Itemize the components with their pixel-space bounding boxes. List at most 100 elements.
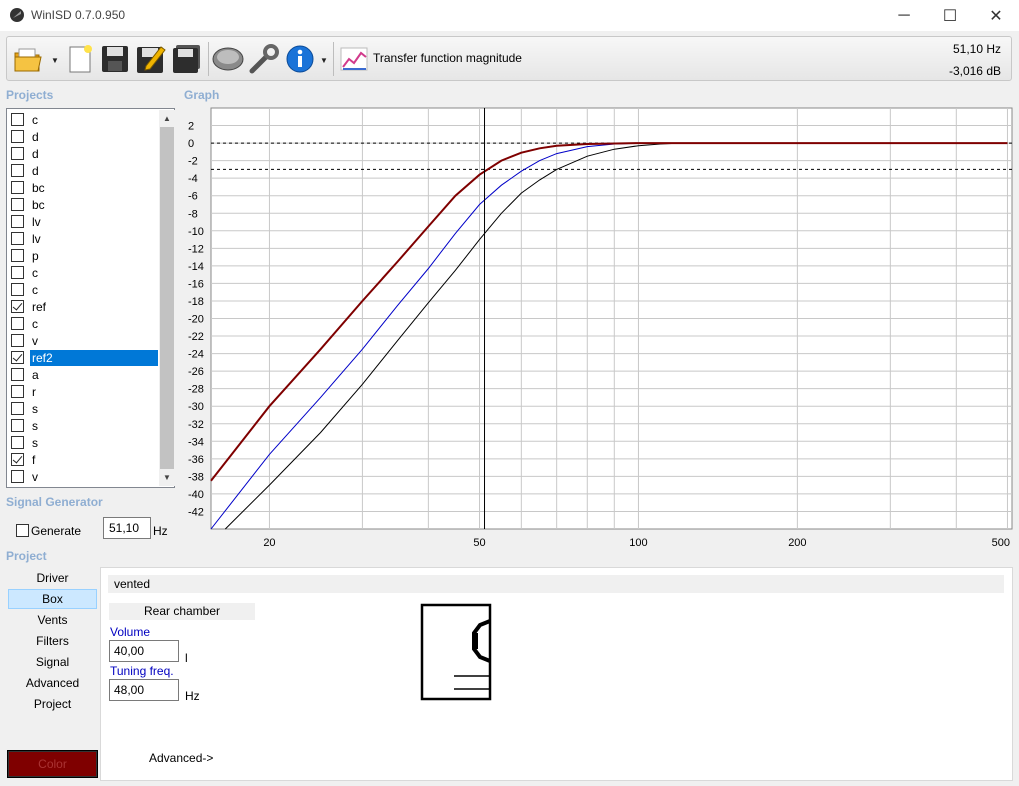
project-checkbox[interactable] xyxy=(11,453,24,466)
project-item[interactable]: v xyxy=(9,332,158,349)
box-diagram xyxy=(420,603,492,701)
transfer-function-graph[interactable]: 20-2-4-6-8-10-12-14-16-18-20-22-24-26-28… xyxy=(180,104,1016,550)
maximize-button[interactable]: ☐ xyxy=(927,0,973,31)
project-item[interactable]: v xyxy=(9,468,158,485)
box-type-label[interactable]: vented xyxy=(108,575,1004,593)
project-label: p xyxy=(32,248,39,263)
project-checkbox[interactable] xyxy=(11,215,24,228)
project-item[interactable]: lv xyxy=(9,230,158,247)
project-checkbox[interactable] xyxy=(11,198,24,211)
save-button[interactable] xyxy=(98,41,132,77)
y-tick-label: 0 xyxy=(188,138,194,150)
project-checkbox[interactable] xyxy=(11,130,24,143)
nav-advanced[interactable]: Advanced xyxy=(8,673,97,693)
y-axis-ticks: 2 0 -2 -4 -6 -8 -10 -12 -14 -16 -18 -20 -22 -24 -26 -28… xyxy=(188,121,204,519)
project-item[interactable]: ref xyxy=(9,298,158,315)
project-item[interactable]: f xyxy=(9,451,158,468)
x-axis-ticks: 20 50 100 200 500 xyxy=(263,537,1010,549)
project-checkbox[interactable] xyxy=(11,436,24,449)
project-item[interactable]: bc xyxy=(9,196,158,213)
x-tick-label: 50 xyxy=(473,537,485,549)
project-checkbox[interactable] xyxy=(11,232,24,245)
project-item[interactable]: c xyxy=(9,111,158,128)
app-logo-icon xyxy=(10,8,24,22)
save-as-button[interactable] xyxy=(134,41,168,77)
project-item[interactable]: c xyxy=(9,281,158,298)
open-button[interactable] xyxy=(11,41,45,77)
project-checkbox[interactable] xyxy=(11,147,24,160)
x-tick-label: 100 xyxy=(629,537,647,549)
new-project-icon xyxy=(69,45,92,73)
box-panel xyxy=(100,567,1013,781)
project-label: a xyxy=(32,367,39,382)
project-item[interactable]: s xyxy=(9,417,158,434)
project-item[interactable]: s xyxy=(9,400,158,417)
new-project-button[interactable] xyxy=(63,41,97,77)
project-item[interactable]: r xyxy=(9,383,158,400)
y-tick-label: -8 xyxy=(188,208,198,220)
nav-driver[interactable]: Driver xyxy=(8,568,97,588)
project-checkbox[interactable] xyxy=(11,283,24,296)
scroll-down-icon[interactable]: ▼ xyxy=(159,469,175,486)
graph-type-icon xyxy=(340,47,368,71)
project-item[interactable]: c xyxy=(9,264,158,281)
project-checkbox[interactable] xyxy=(11,368,24,381)
nav-box[interactable]: Box xyxy=(8,589,97,609)
graph-type-label[interactable]: Transfer function magnitude xyxy=(373,51,522,65)
project-checkbox[interactable] xyxy=(11,266,24,279)
close-button[interactable]: ✕ xyxy=(973,0,1019,31)
project-item[interactable]: p xyxy=(9,247,158,264)
project-label: s xyxy=(32,435,38,450)
generator-frequency-input[interactable] xyxy=(103,517,151,539)
project-checkbox[interactable] xyxy=(11,181,24,194)
y-tick-label: -26 xyxy=(188,366,204,378)
project-checkbox[interactable] xyxy=(11,113,24,126)
save-icon xyxy=(102,46,128,72)
generate-checkbox[interactable] xyxy=(16,524,29,537)
tools-button[interactable] xyxy=(247,41,281,77)
y-tick-label: 2 xyxy=(188,121,194,133)
project-checkbox[interactable] xyxy=(11,164,24,177)
info-button[interactable] xyxy=(283,41,317,77)
color-button[interactable]: Color xyxy=(7,750,98,778)
project-item[interactable]: d xyxy=(9,162,158,179)
project-checkbox[interactable] xyxy=(11,317,24,330)
advanced-link[interactable]: Advanced-> xyxy=(149,751,213,765)
x-tick-label: 20 xyxy=(263,537,275,549)
volume-input[interactable] xyxy=(109,640,179,662)
projects-scrollbar[interactable]: ▲ ▼ xyxy=(159,110,175,486)
project-item[interactable]: d xyxy=(9,145,158,162)
graph-type-button[interactable] xyxy=(337,41,371,77)
project-item[interactable]: ref2 xyxy=(9,349,158,366)
minimize-button[interactable]: ─ xyxy=(881,0,927,31)
y-tick-label: -40 xyxy=(188,489,204,501)
project-item[interactable]: lv xyxy=(9,213,158,230)
scroll-thumb[interactable] xyxy=(160,127,174,469)
toolbar: ▼ ▼ Transfer function magnitude 51,10 Hz… xyxy=(6,36,1012,81)
project-checkbox[interactable] xyxy=(11,385,24,398)
project-checkbox[interactable] xyxy=(11,249,24,262)
save-all-button[interactable] xyxy=(170,41,204,77)
info-dropdown-icon[interactable]: ▼ xyxy=(320,56,328,65)
nav-filters[interactable]: Filters xyxy=(8,631,97,651)
project-checkbox[interactable] xyxy=(11,351,24,364)
project-item[interactable]: s xyxy=(9,434,158,451)
tuning-freq-input[interactable] xyxy=(109,679,179,701)
project-checkbox[interactable] xyxy=(11,300,24,313)
project-checkbox[interactable] xyxy=(11,334,24,347)
nav-project[interactable]: Project xyxy=(8,694,97,714)
nav-signal[interactable]: Signal xyxy=(8,652,97,672)
project-checkbox[interactable] xyxy=(11,402,24,415)
open-dropdown-icon[interactable]: ▼ xyxy=(51,56,59,65)
project-checkbox[interactable] xyxy=(11,419,24,432)
y-tick-label: -34 xyxy=(188,436,204,448)
project-item[interactable]: d xyxy=(9,128,158,145)
project-item[interactable]: bc xyxy=(9,179,158,196)
y-tick-label: -20 xyxy=(188,314,204,326)
scroll-up-icon[interactable]: ▲ xyxy=(159,110,175,127)
project-item[interactable]: c xyxy=(9,315,158,332)
project-item[interactable]: a xyxy=(9,366,158,383)
project-checkbox[interactable] xyxy=(11,470,24,483)
driver-button[interactable] xyxy=(211,41,245,77)
nav-vents[interactable]: Vents xyxy=(8,610,97,630)
